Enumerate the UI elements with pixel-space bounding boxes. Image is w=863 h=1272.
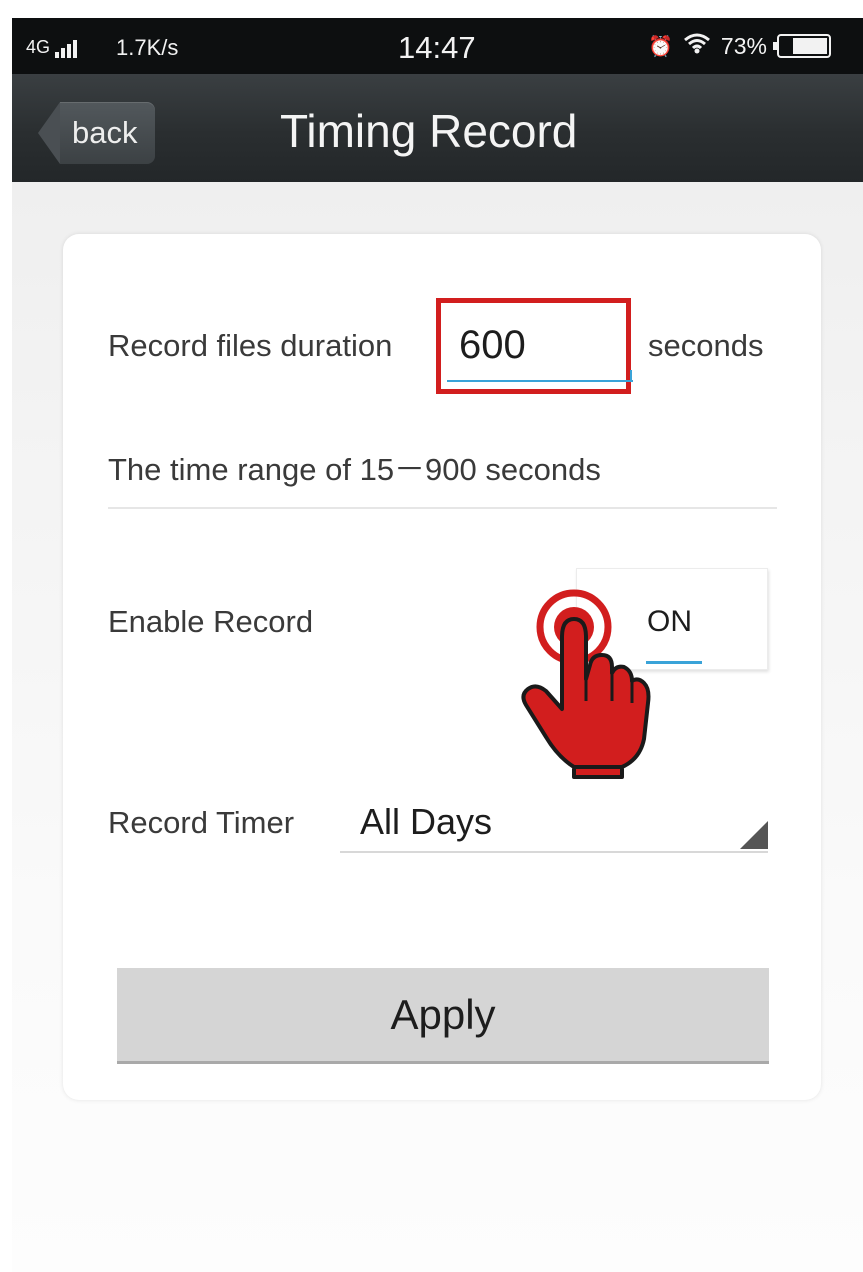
status-bar: 4G 1.7K/s 14:47 ⏰ 73% <box>12 18 863 74</box>
battery-icon <box>772 34 831 58</box>
duration-unit: seconds <box>648 328 764 363</box>
nav-bar: back Timing Record <box>12 74 863 182</box>
network-indicator: 4G <box>26 37 78 58</box>
back-label: back <box>60 102 156 164</box>
range-hint: The time range of 15－900 seconds <box>108 452 601 487</box>
dropdown-arrow-icon <box>740 821 768 849</box>
enable-record-label: Enable Record <box>108 604 314 639</box>
toggle-state-label: ON <box>647 605 692 638</box>
duration-label: Record files duration <box>108 328 393 363</box>
alarm-icon: ⏰ <box>648 35 673 58</box>
record-timer-value: All Days <box>360 801 493 842</box>
input-cursor-mark <box>630 370 632 382</box>
record-timer-label: Record Timer <box>108 805 295 840</box>
battery-percent: 73% <box>720 32 767 59</box>
divider <box>108 507 777 509</box>
duration-input[interactable] <box>447 310 633 382</box>
signal-icon <box>55 40 78 58</box>
network-type: 4G <box>26 37 51 57</box>
app-screen: 4G 1.7K/s 14:47 ⏰ 73% back Timing Record… <box>12 18 863 1272</box>
status-icons: ⏰ 73% <box>648 32 831 60</box>
toggle-underline <box>646 661 702 664</box>
tap-hand-icon <box>521 589 651 779</box>
apply-button[interactable]: Apply <box>117 968 769 1064</box>
wifi-icon <box>683 32 711 60</box>
settings-card: Record files duration seconds The time r… <box>63 234 821 1100</box>
record-timer-select[interactable]: All Days <box>340 779 768 853</box>
back-button[interactable]: back <box>38 102 156 164</box>
clock: 14:47 <box>398 30 476 65</box>
network-speed: 1.7K/s <box>116 35 179 60</box>
page-title: Timing Record <box>280 105 578 157</box>
back-arrow-icon <box>38 102 60 164</box>
